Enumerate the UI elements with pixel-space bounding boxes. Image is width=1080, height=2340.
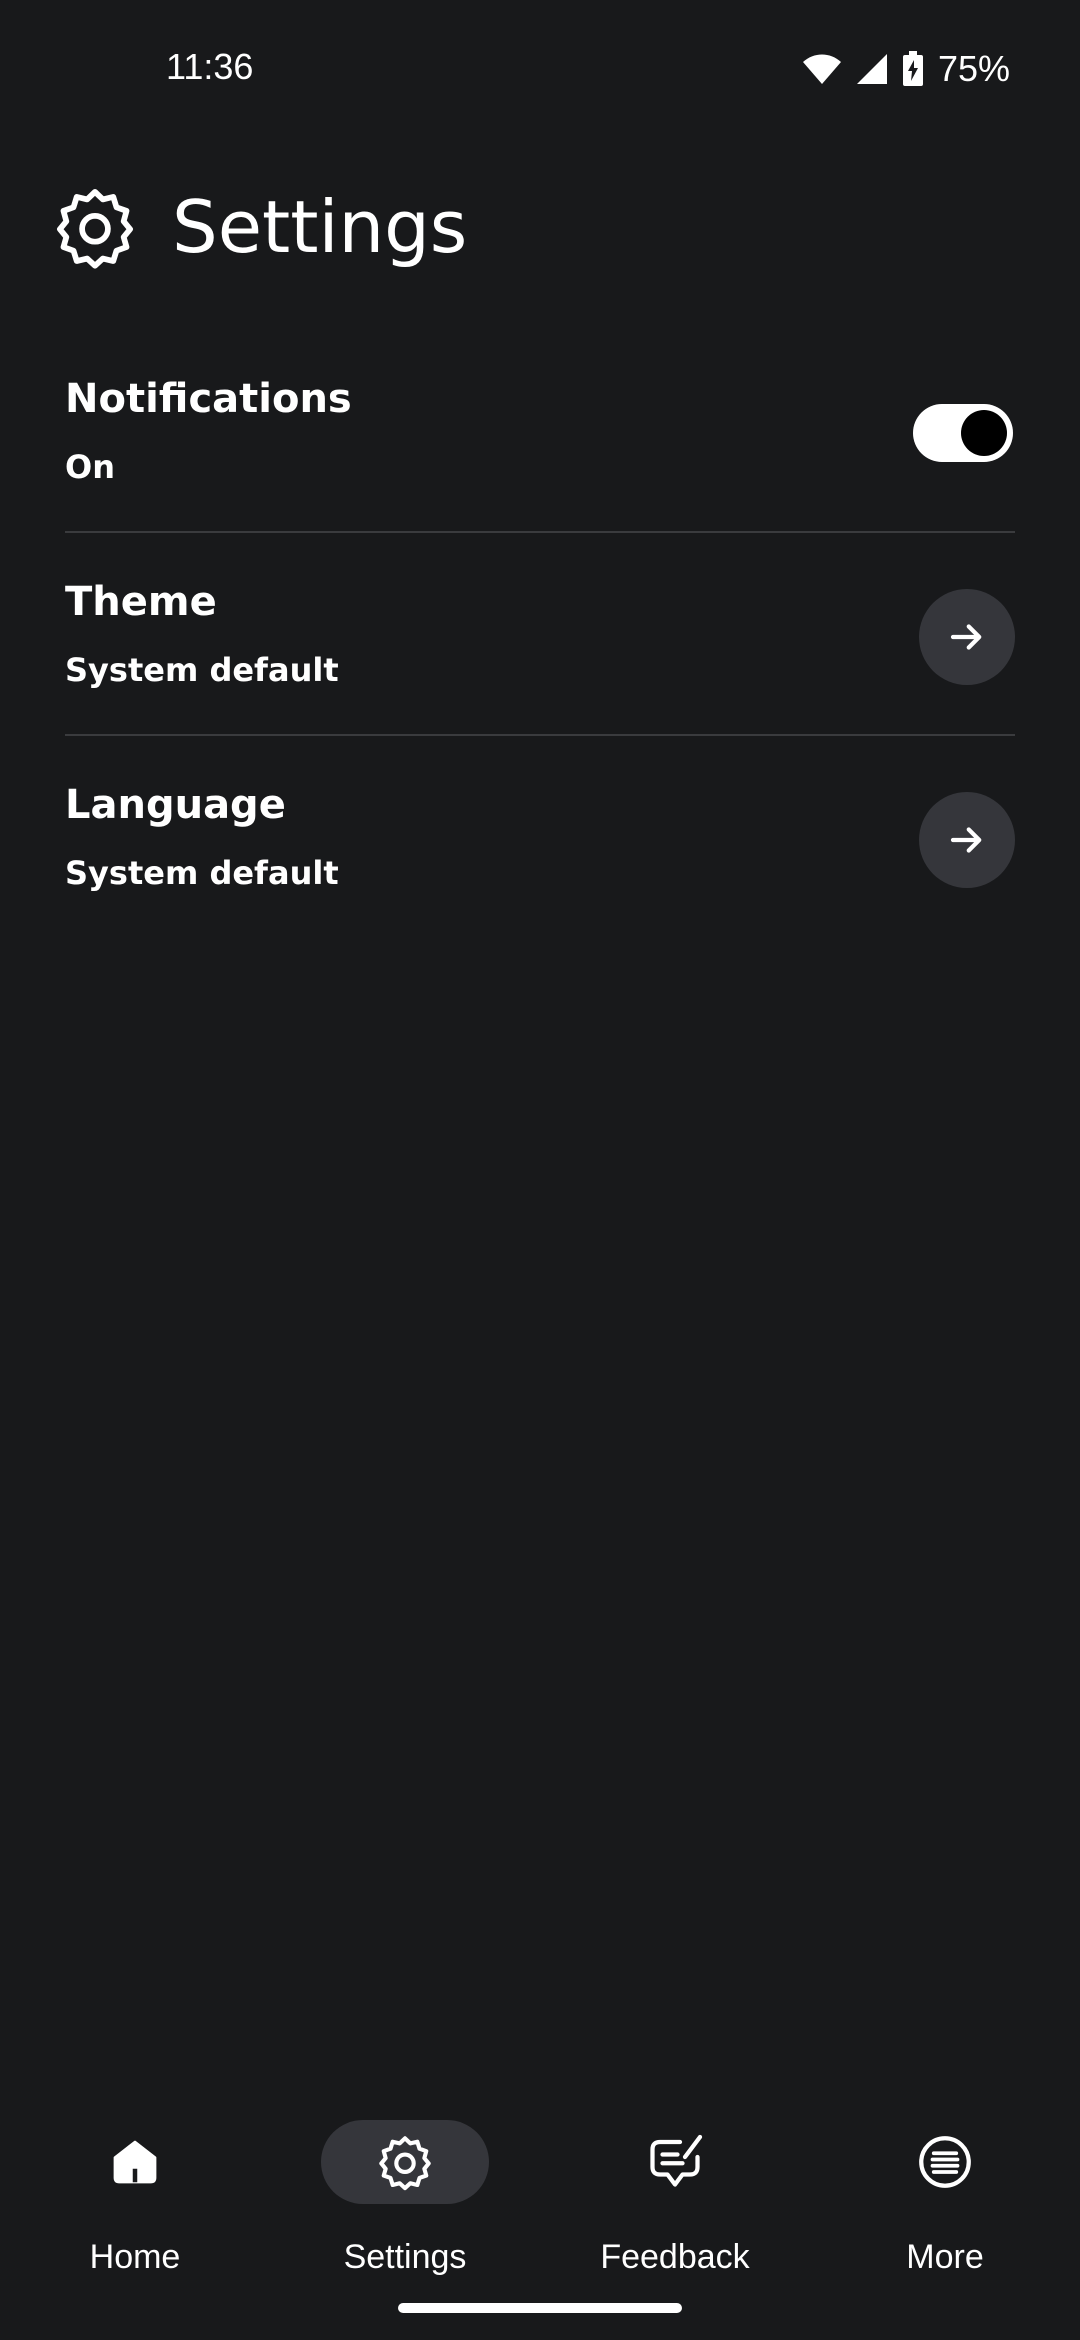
setting-title: Language: [65, 782, 286, 828]
notifications-toggle[interactable]: [913, 404, 1013, 462]
language-arrow-button[interactable]: [919, 792, 1015, 888]
nav-label: Feedback: [600, 2238, 750, 2276]
nav-item-more[interactable]: More: [810, 2100, 1080, 2280]
home-icon: [113, 2140, 157, 2184]
status-bar: 11:36 75%: [0, 0, 1080, 140]
bottom-navigation: Home Settings Feedback More: [0, 2100, 1080, 2280]
setting-value: System default: [65, 854, 339, 892]
settings-list: Notifications On Theme System default La…: [65, 330, 1015, 939]
gear-icon: [57, 189, 133, 269]
theme-arrow-button[interactable]: [919, 589, 1015, 685]
feedback-icon: [650, 2134, 703, 2187]
cell-signal-icon: [856, 54, 887, 84]
page-header: Settings: [52, 182, 467, 272]
toggle-knob: [961, 410, 1007, 456]
nav-icon-container: [321, 2120, 489, 2204]
nav-item-settings[interactable]: Settings: [270, 2100, 540, 2280]
setting-theme[interactable]: Theme System default: [65, 533, 1015, 736]
gear-icon: [379, 2136, 431, 2191]
nav-label: More: [906, 2238, 984, 2276]
home-indicator[interactable]: [398, 2303, 682, 2313]
setting-title: Theme: [65, 579, 217, 625]
menu-list-icon: [919, 2136, 971, 2188]
nav-label: Home: [89, 2238, 181, 2276]
battery-charging-icon: [902, 51, 923, 86]
nav-label: Settings: [343, 2238, 467, 2276]
status-icons: 75%: [802, 48, 1010, 90]
battery-percentage: 75%: [937, 48, 1010, 89]
setting-notifications[interactable]: Notifications On: [65, 330, 1015, 533]
nav-item-feedback[interactable]: Feedback: [540, 2100, 810, 2280]
setting-value: System default: [65, 651, 339, 689]
nav-item-home[interactable]: Home: [0, 2100, 270, 2280]
setting-value: On: [65, 448, 115, 486]
setting-language[interactable]: Language System default: [65, 736, 1015, 939]
nav-icon-container: [861, 2120, 1029, 2204]
wifi-icon: [802, 54, 841, 84]
arrow-right-icon: [950, 624, 982, 650]
nav-icon-container: [591, 2120, 759, 2204]
status-time: 11:36: [166, 46, 254, 87]
arrow-right-icon: [950, 827, 982, 853]
page-title: Settings: [172, 185, 468, 269]
setting-title: Notifications: [65, 376, 352, 422]
nav-icon-container: [51, 2120, 219, 2204]
